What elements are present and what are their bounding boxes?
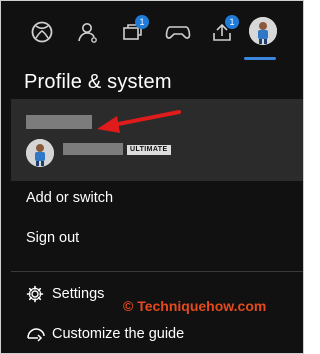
upload-badge: 1 (225, 15, 239, 29)
people-icon (78, 23, 97, 43)
redacted-gamertag (26, 115, 92, 129)
social-tab[interactable]: 1 (118, 15, 149, 46)
gear-icon (26, 285, 44, 303)
menu-divider (11, 271, 303, 272)
redacted-account-name (63, 143, 123, 155)
sign-out-item[interactable]: Sign out (26, 230, 79, 246)
profile-avatar-tab[interactable] (249, 17, 277, 45)
guide-panel: 1 1 Profile & system ULTIMATE Add or swi… (0, 0, 304, 354)
settings-label: Settings (52, 286, 105, 302)
active-tab-indicator (244, 57, 276, 60)
page-title: Profile & system (24, 71, 172, 93)
social-badge: 1 (135, 15, 149, 29)
top-nav: 1 1 (1, 1, 303, 63)
red-arrow-annotation (97, 110, 181, 133)
people-tab[interactable] (73, 18, 103, 46)
upload-tab[interactable]: 1 (207, 15, 239, 46)
membership-tier-badge: ULTIMATE (127, 145, 171, 155)
customize-icon (27, 328, 45, 342)
profile-avatar (26, 139, 54, 167)
add-or-switch-item[interactable]: Add or switch (26, 190, 113, 206)
xbox-logo-icon (31, 21, 53, 43)
controller-icon (165, 26, 191, 39)
games-tab[interactable] (163, 18, 193, 46)
xbox-home-tab[interactable] (27, 18, 57, 46)
watermark-text: © Techniquehow.com (123, 298, 267, 314)
avatar-figure-icon (26, 139, 54, 167)
customize-guide-label: Customize the guide (52, 326, 185, 342)
avatar-figure-icon (249, 17, 277, 45)
